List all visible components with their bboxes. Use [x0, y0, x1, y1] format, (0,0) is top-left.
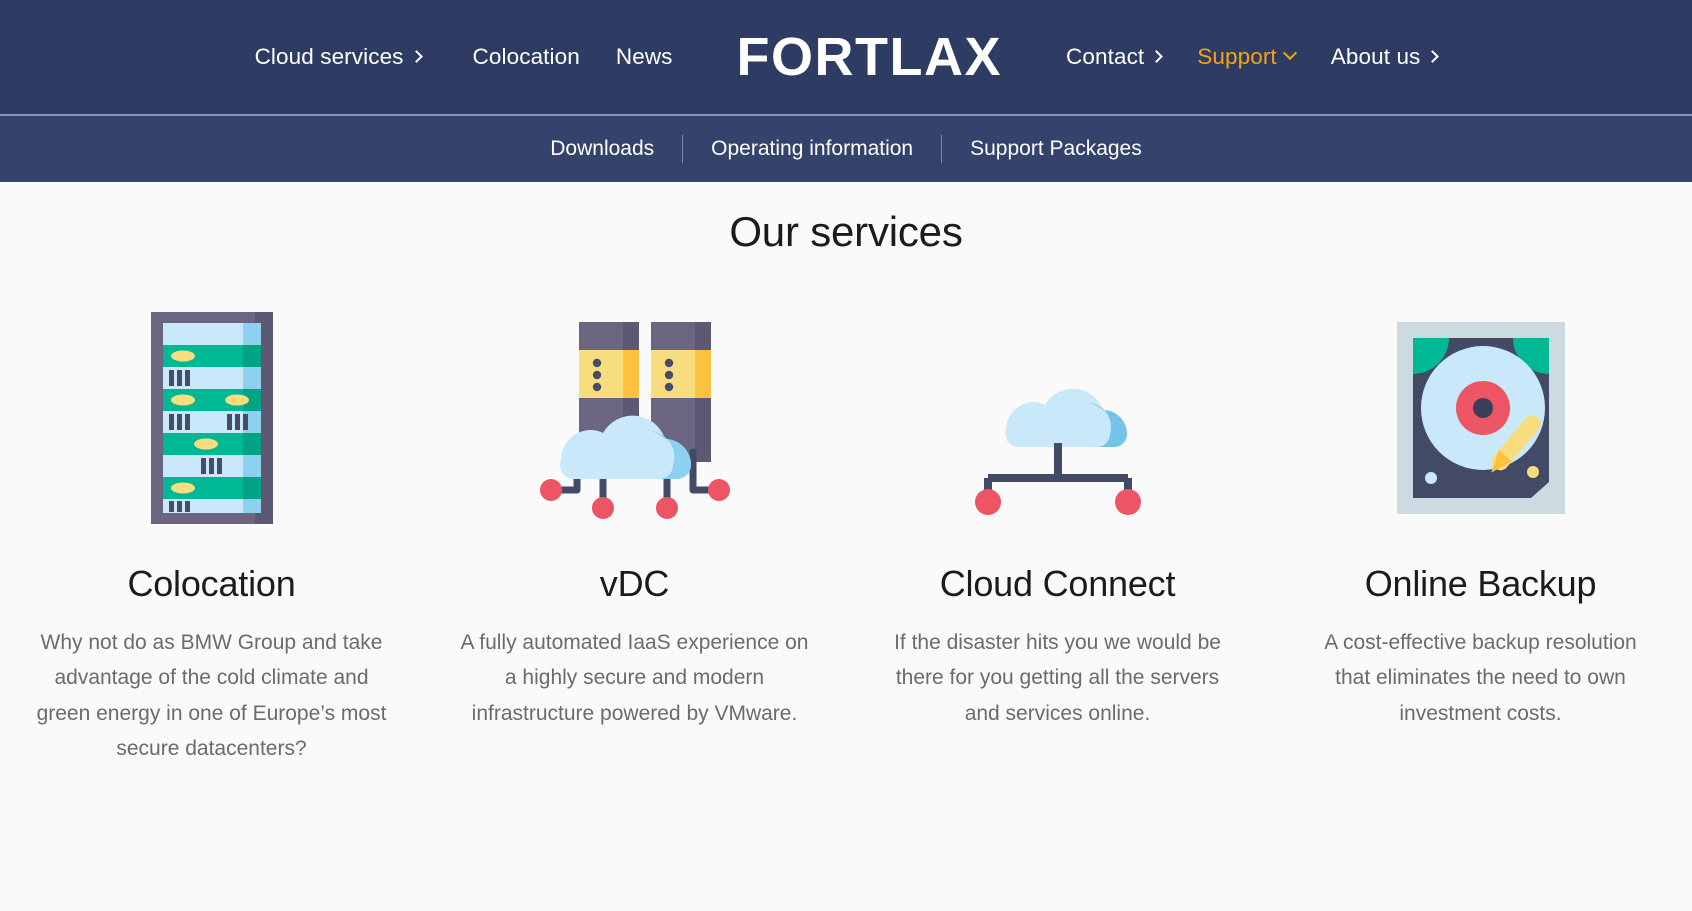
nav-item-news[interactable]: News: [616, 38, 673, 76]
site-header: Cloud services Colocation News FORTLAX C…: [0, 0, 1692, 114]
service-card-title: Cloud Connect: [939, 563, 1176, 604]
chevron-right-icon: [1426, 49, 1440, 63]
services-card-grid: Colocation Why not do as BMW Group and t…: [0, 300, 1692, 766]
service-card-vdc[interactable]: vDC A fully automated IaaS experience on…: [423, 300, 846, 766]
service-card-colocation[interactable]: Colocation Why not do as BMW Group and t…: [0, 300, 423, 766]
chevron-right-icon: [409, 49, 423, 63]
chevron-right-icon: [1150, 49, 1164, 63]
nav-label: Colocation: [472, 44, 580, 69]
page-title: Our services: [729, 208, 963, 255]
subnav-item-operating-information[interactable]: Operating information: [683, 137, 941, 161]
nav-label: About us: [1330, 44, 1421, 69]
service-card-online-backup[interactable]: Online Backup A cost-effective backup re…: [1269, 300, 1692, 766]
services-section: Our services Colocation Why not do as BM…: [0, 182, 1692, 767]
cloud-connect-network-icon: [954, 300, 1162, 535]
service-card-description: A fully automated IaaS experience on a h…: [460, 631, 809, 725]
nav-label: News: [615, 44, 673, 69]
secondary-navigation: Downloads Operating information Support …: [0, 114, 1692, 182]
nav-item-contact[interactable]: Contact: [1066, 38, 1164, 76]
service-card-title: vDC: [599, 563, 670, 604]
subnav-item-downloads[interactable]: Downloads: [522, 137, 682, 161]
service-card-description: If the disaster hits you we would be the…: [894, 631, 1221, 725]
nav-item-about-us[interactable]: About us: [1330, 38, 1440, 76]
chevron-down-icon: [1282, 45, 1297, 61]
subnav-item-support-packages[interactable]: Support Packages: [942, 137, 1170, 161]
nav-label: Support: [1197, 44, 1277, 69]
virtual-datacenter-cloud-icon: [527, 300, 743, 535]
site-logo[interactable]: FORTLAX: [737, 30, 1002, 84]
service-card-description: Why not do as BMW Group and take advanta…: [36, 631, 387, 760]
server-rack-icon: [150, 300, 273, 535]
hard-disk-drive-icon: [1391, 300, 1571, 535]
service-card-cloud-connect[interactable]: Cloud Connect If the disaster hits you w…: [846, 300, 1269, 766]
nav-label: Cloud services: [254, 44, 404, 69]
service-card-description: A cost-effective backup resolution that …: [1324, 631, 1637, 725]
nav-label: Contact: [1066, 44, 1145, 69]
nav-links-left: Cloud services Colocation News: [255, 38, 673, 76]
service-card-title: Colocation: [127, 563, 296, 604]
nav-links-right: Contact Support About us: [1066, 38, 1440, 76]
primary-navigation: Cloud services Colocation News FORTLAX C…: [0, 30, 1692, 84]
service-card-title: Online Backup: [1364, 563, 1597, 604]
nav-item-cloud-services[interactable]: Cloud services: [254, 38, 423, 76]
nav-item-colocation[interactable]: Colocation: [473, 38, 580, 76]
nav-item-support[interactable]: Support: [1197, 38, 1297, 76]
